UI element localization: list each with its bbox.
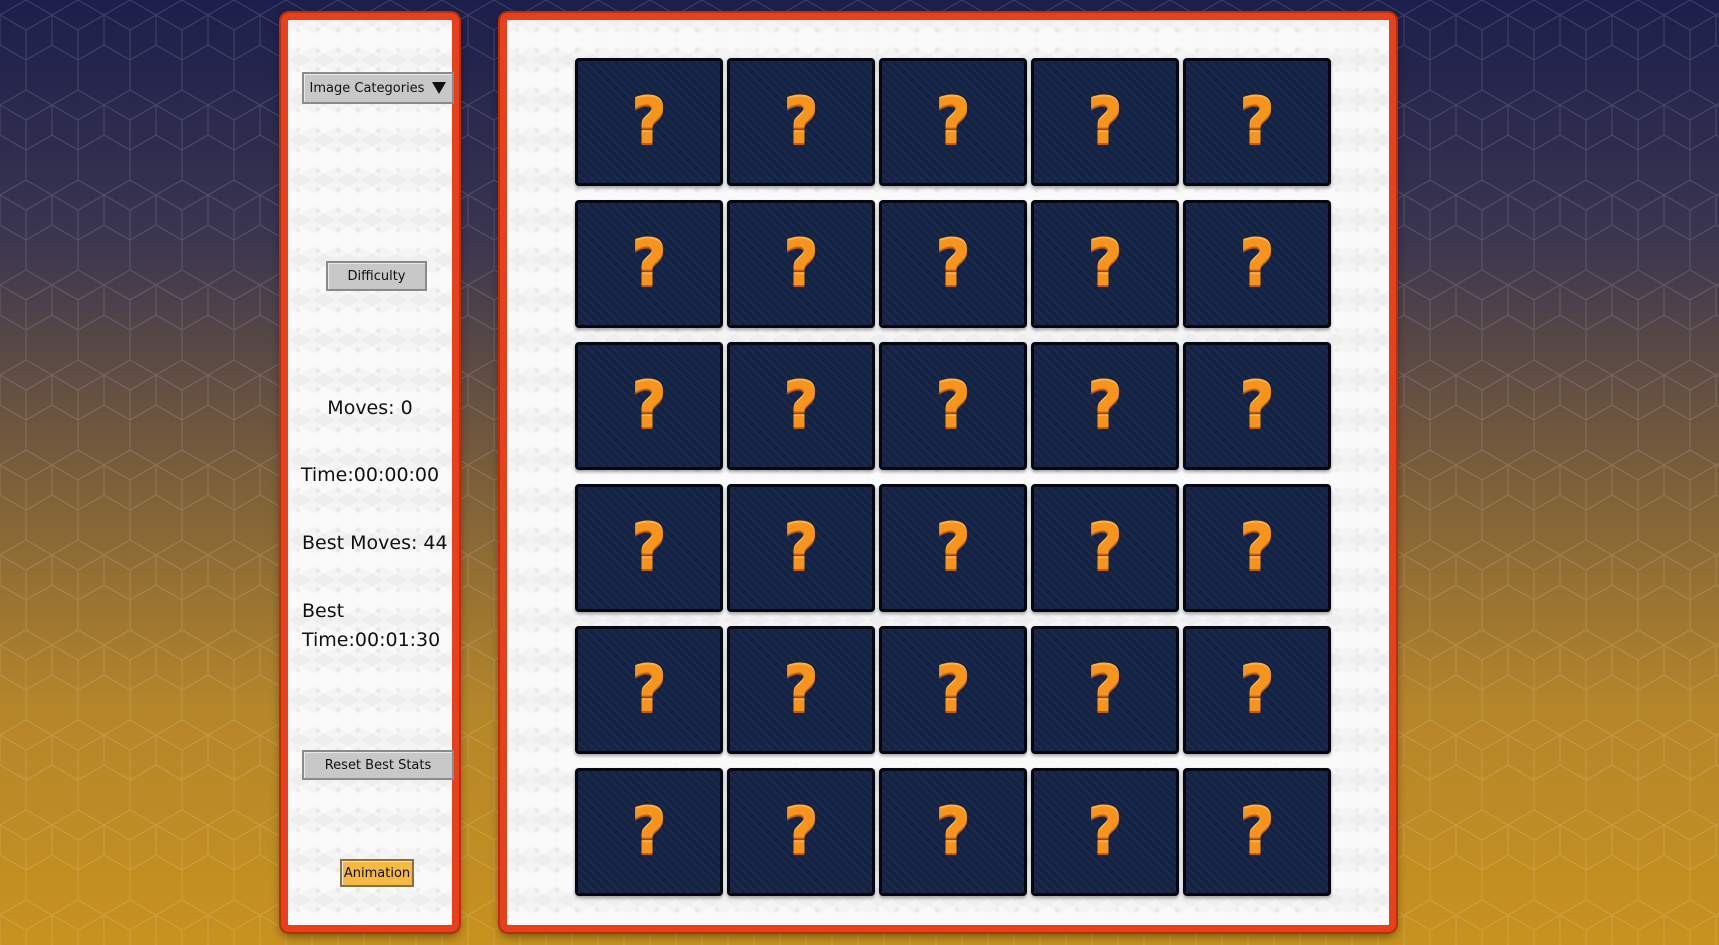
memory-card[interactable]: ? <box>727 200 875 328</box>
question-mark-icon: ? <box>631 227 667 300</box>
timer: Time:00:00:00 <box>300 464 440 486</box>
memory-card[interactable]: ? <box>879 200 1027 328</box>
question-mark-icon: ? <box>783 795 819 868</box>
question-mark-icon: ? <box>1239 795 1275 868</box>
memory-card[interactable]: ? <box>575 768 723 896</box>
memory-card[interactable]: ? <box>1031 768 1179 896</box>
question-mark-icon: ? <box>783 227 819 300</box>
memory-card[interactable]: ? <box>727 768 875 896</box>
memory-card[interactable]: ? <box>727 58 875 186</box>
question-mark-icon: ? <box>935 369 971 442</box>
memory-card[interactable]: ? <box>1183 58 1331 186</box>
memory-card[interactable]: ? <box>575 484 723 612</box>
question-mark-icon: ? <box>783 85 819 158</box>
question-mark-icon: ? <box>1087 227 1123 300</box>
question-mark-icon: ? <box>1239 369 1275 442</box>
memory-card[interactable]: ? <box>1183 626 1331 754</box>
memory-card[interactable]: ? <box>879 768 1027 896</box>
question-mark-icon: ? <box>935 85 971 158</box>
question-mark-icon: ? <box>1087 369 1123 442</box>
memory-card[interactable]: ? <box>575 626 723 754</box>
memory-card[interactable]: ? <box>1183 768 1331 896</box>
memory-card[interactable]: ? <box>1183 342 1331 470</box>
reset-best-stats-button[interactable]: Reset Best Stats <box>302 750 454 780</box>
question-mark-icon: ? <box>1087 511 1123 584</box>
memory-card[interactable]: ? <box>1031 58 1179 186</box>
memory-card[interactable]: ? <box>727 342 875 470</box>
question-mark-icon: ? <box>1087 795 1123 868</box>
memory-card[interactable]: ? <box>879 484 1027 612</box>
question-mark-icon: ? <box>783 511 819 584</box>
memory-card[interactable]: ? <box>1183 484 1331 612</box>
memory-card[interactable]: ? <box>1031 200 1179 328</box>
memory-card[interactable]: ? <box>1031 342 1179 470</box>
question-mark-icon: ? <box>783 653 819 726</box>
memory-card[interactable]: ? <box>1183 200 1331 328</box>
question-mark-icon: ? <box>1087 85 1123 158</box>
question-mark-icon: ? <box>935 653 971 726</box>
best-time: Best Time:00:01:30 <box>302 600 441 651</box>
question-mark-icon: ? <box>631 511 667 584</box>
memory-card[interactable]: ? <box>879 58 1027 186</box>
caret-down-icon <box>432 82 447 94</box>
question-mark-icon: ? <box>935 511 971 584</box>
memory-card[interactable]: ? <box>575 58 723 186</box>
memory-card[interactable]: ? <box>879 342 1027 470</box>
question-mark-icon: ? <box>631 795 667 868</box>
question-mark-icon: ? <box>1239 511 1275 584</box>
question-mark-icon: ? <box>631 653 667 726</box>
difficulty-button[interactable]: Difficulty <box>326 261 427 291</box>
question-mark-icon: ? <box>935 795 971 868</box>
best-moves: Best Moves: 44 <box>302 532 448 554</box>
moves-counter: Moves: 0 <box>327 397 413 419</box>
question-mark-icon: ? <box>631 369 667 442</box>
question-mark-icon: ? <box>1239 85 1275 158</box>
image-categories-label: Image Categories <box>309 80 425 96</box>
memory-card[interactable]: ? <box>1031 626 1179 754</box>
question-mark-icon: ? <box>935 227 971 300</box>
memory-card[interactable]: ? <box>575 342 723 470</box>
question-mark-icon: ? <box>1239 653 1275 726</box>
image-categories-button[interactable]: Image Categories <box>302 72 454 104</box>
memory-card[interactable]: ? <box>727 626 875 754</box>
memory-card[interactable]: ? <box>1031 484 1179 612</box>
game-board: ?????????????????????????????? <box>500 13 1396 932</box>
question-mark-icon: ? <box>783 369 819 442</box>
memory-card[interactable]: ? <box>727 484 875 612</box>
memory-card[interactable]: ? <box>879 626 1027 754</box>
card-grid: ?????????????????????????????? <box>575 58 1331 896</box>
sidebar-panel: Image Categories Difficulty Moves: 0 Tim… <box>281 13 459 932</box>
question-mark-icon: ? <box>1087 653 1123 726</box>
animation-button[interactable]: Animation <box>340 859 414 887</box>
question-mark-icon: ? <box>1239 227 1275 300</box>
memory-card[interactable]: ? <box>575 200 723 328</box>
question-mark-icon: ? <box>631 85 667 158</box>
